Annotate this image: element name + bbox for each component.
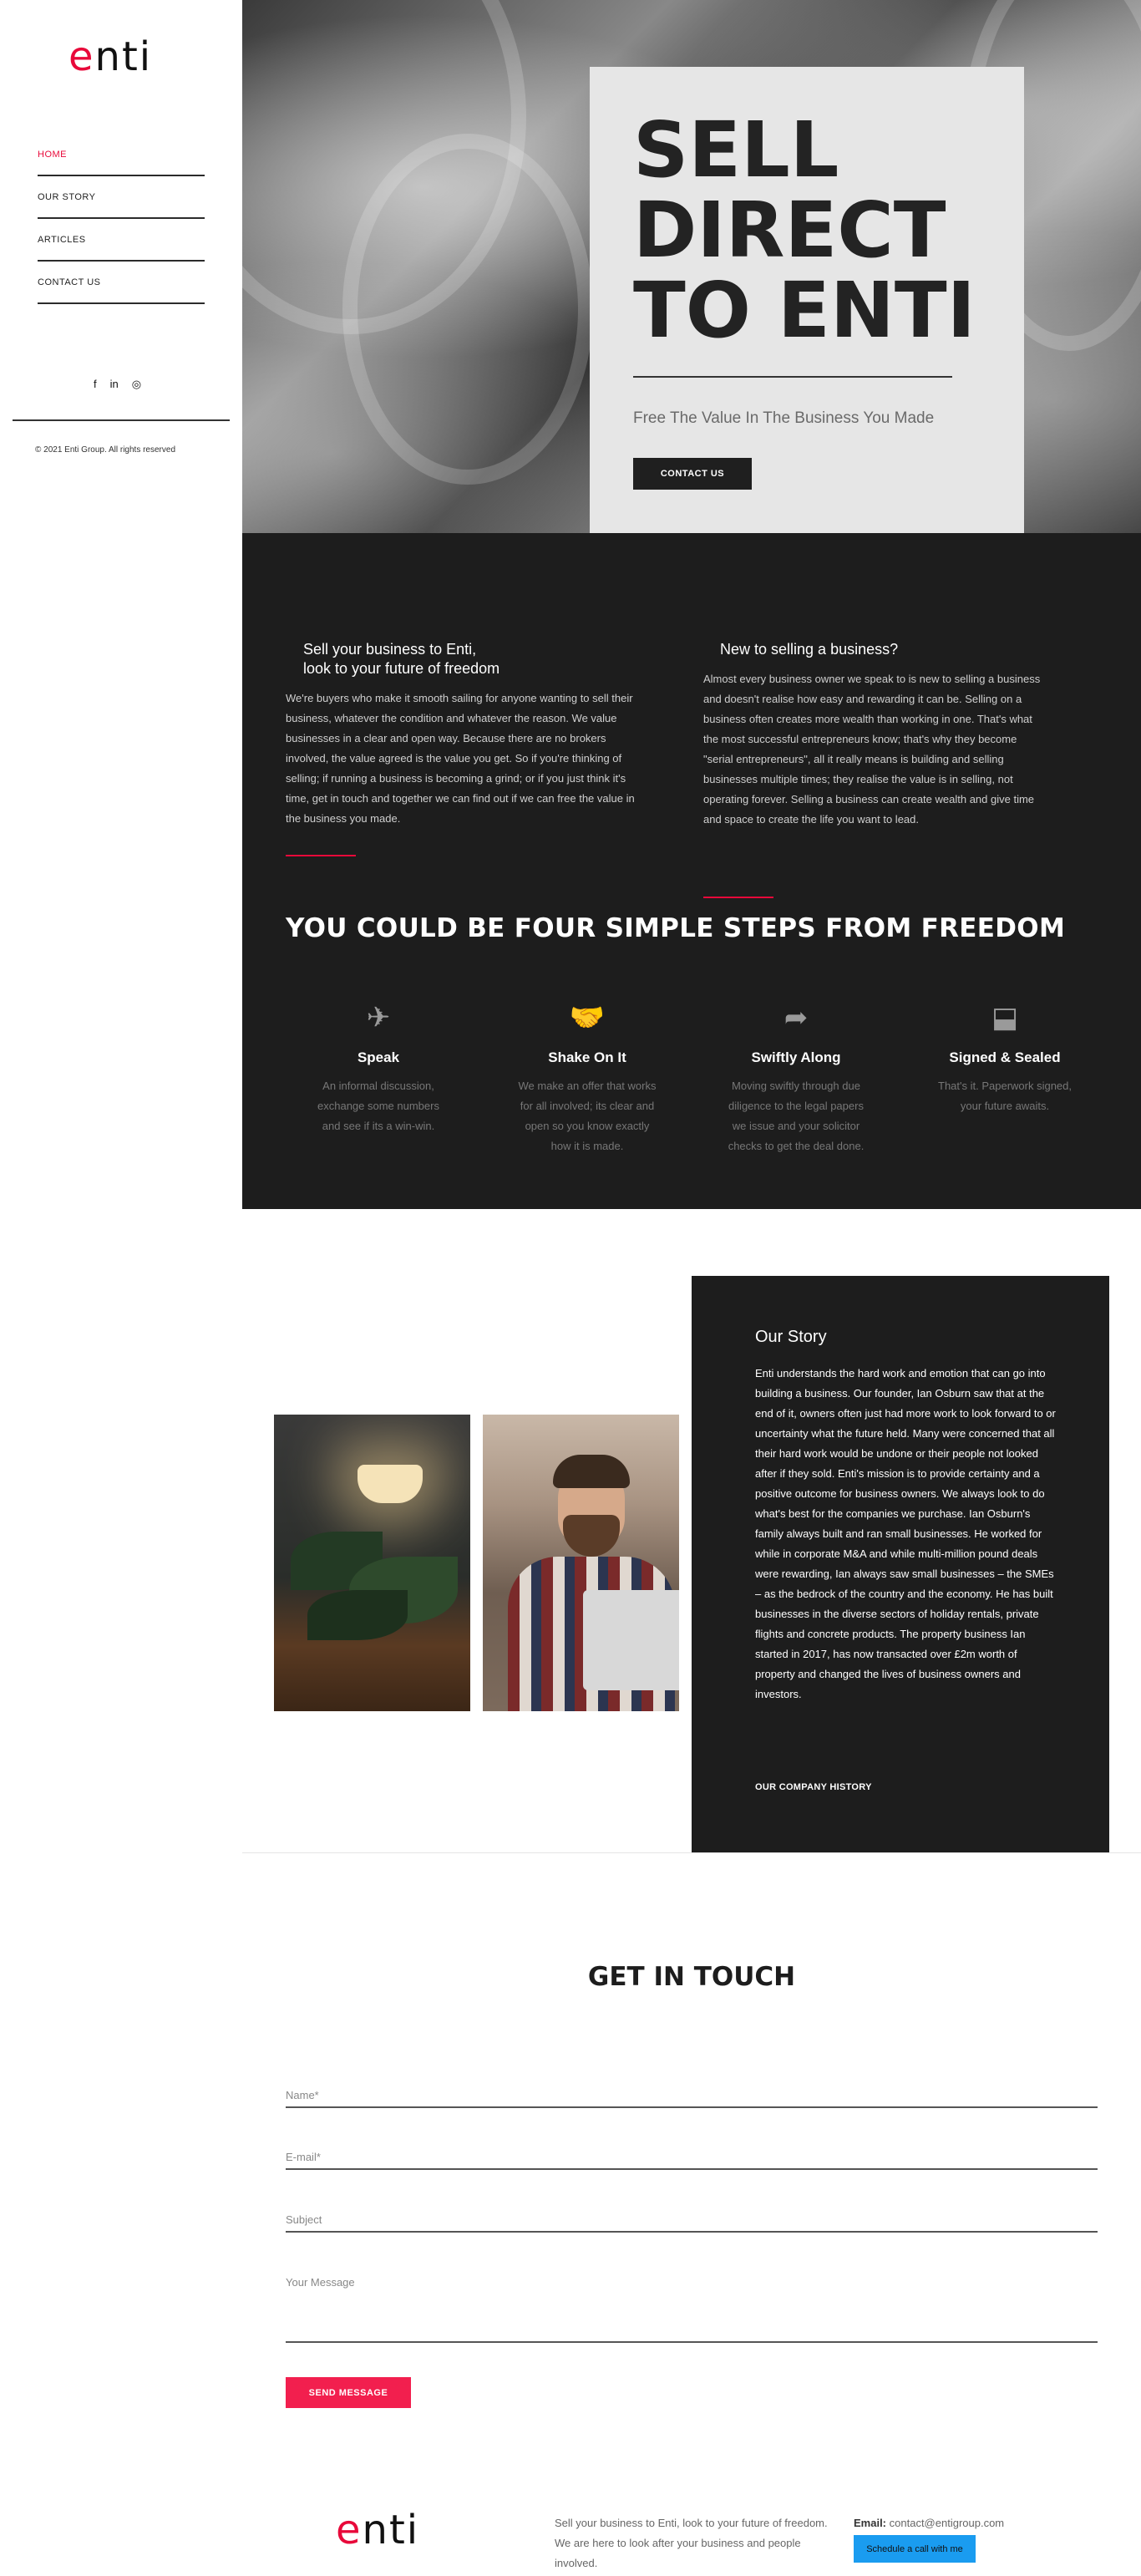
footer-logo[interactable]: enti [336, 2507, 419, 2553]
paper-plane-icon: ✈ [366, 1002, 391, 1034]
step-name: Speak [357, 1049, 400, 1065]
company-history-link[interactable]: OUR COMPANY HISTORY [755, 1782, 872, 1792]
step-speak: ✈ Speak An informal discussion, exchange… [307, 1001, 449, 1136]
intro-section: Sell your business to Enti, look to your… [242, 533, 1141, 1209]
step-text: We make an offer that works for all invo… [518, 1080, 657, 1152]
step-text: An informal discussion, exchange some nu… [317, 1080, 439, 1132]
step-swiftly-along: ➦ Swiftly Along Moving swiftly through d… [725, 1001, 867, 1156]
hero-title: SELL DIRECT TO ENTI [633, 105, 976, 355]
nav-item-articles[interactable]: ARTICLES [38, 219, 205, 262]
social-links: f in ◎ [94, 378, 141, 391]
linkedin-icon[interactable]: in [110, 378, 119, 391]
nav-item-our-story[interactable]: OUR STORY [38, 176, 205, 219]
sidebar: enti HOME OUR STORY ARTICLES CONTACT US … [0, 0, 242, 468]
man-laptop-photo [483, 1415, 679, 1711]
lamp-shape [358, 1465, 423, 1503]
step-name: Signed & Sealed [949, 1049, 1061, 1065]
contact-title: GET IN TOUCH [587, 1962, 796, 1992]
email-link[interactable]: contact@entigroup.com [890, 2517, 1005, 2529]
step-signed-sealed: ⬓ Signed & Sealed That's it. Paperwork s… [934, 1001, 1076, 1116]
nav-item-contact-us[interactable]: CONTACT US [38, 262, 205, 304]
stamp-icon: ⬓ [991, 1002, 1019, 1034]
hero-section: SELL DIRECT TO ENTI Free The Value In Th… [242, 0, 1141, 533]
beard-shape [563, 1515, 620, 1557]
footer-email: Email: contact@entigroup.com [854, 2517, 1005, 2529]
sidebar-divider [13, 419, 230, 421]
send-message-button[interactable]: SEND MESSAGE [286, 2377, 411, 2408]
facebook-icon[interactable]: f [94, 378, 97, 391]
right-red-divider [703, 897, 773, 898]
left-red-divider [286, 855, 356, 856]
nav-item-home[interactable]: HOME [38, 134, 205, 176]
message-field[interactable] [286, 2276, 1098, 2343]
hero-divider [633, 376, 952, 378]
instagram-icon[interactable]: ◎ [132, 378, 141, 391]
steps-title: YOU COULD BE FOUR SIMPLE STEPS FROM FREE… [286, 913, 1066, 943]
step-text: That's it. Paperwork signed, your future… [938, 1080, 1072, 1112]
smoke-shape [342, 134, 593, 485]
leaf-shape [307, 1590, 408, 1640]
step-name: Shake On It [548, 1049, 626, 1065]
hero-subtitle: Free The Value In The Business You Made [633, 409, 935, 427]
share-arrow-icon: ➦ [783, 1002, 809, 1034]
subject-field[interactable] [286, 2213, 1098, 2233]
story-text: Enti understands the hard work and emoti… [755, 1367, 1056, 1700]
step-shake-on-it: 🤝 Shake On It We make an offer that work… [516, 1001, 658, 1156]
footer-text: Sell your business to Enti, look to your… [555, 2517, 828, 2569]
story-title: Our Story [755, 1328, 827, 1346]
copyright-text: © 2021 Enti Group. All rights reserved [35, 445, 176, 455]
brand-logo[interactable]: enti [68, 33, 152, 80]
hero-card: SELL DIRECT TO ENTI Free The Value In Th… [590, 67, 1024, 533]
section-divider [242, 1852, 1141, 1853]
name-field[interactable] [286, 2089, 1098, 2108]
step-text: Moving swiftly through due diligence to … [728, 1080, 865, 1152]
main-nav: HOME OUR STORY ARTICLES CONTACT US [38, 134, 205, 304]
step-name: Swiftly Along [751, 1049, 841, 1065]
schedule-call-button[interactable]: Schedule a call with me [854, 2535, 976, 2563]
hair-shape [553, 1455, 630, 1488]
email-field[interactable] [286, 2151, 1098, 2170]
plant-lamp-photo [274, 1415, 470, 1711]
contact-us-button[interactable]: CONTACT US [633, 458, 752, 490]
handshake-icon: 🤝 [569, 1002, 606, 1034]
left-column-text: We're buyers who make it smooth sailing … [286, 692, 635, 825]
right-column-text: Almost every business owner we speak to … [703, 673, 1041, 826]
laptop-shape [583, 1590, 679, 1690]
left-column-title: Sell your business to Enti, look to your… [303, 641, 500, 677]
our-story-card: Our Story Enti understands the hard work… [692, 1276, 1109, 1852]
right-column-title: New to selling a business? [720, 641, 899, 658]
